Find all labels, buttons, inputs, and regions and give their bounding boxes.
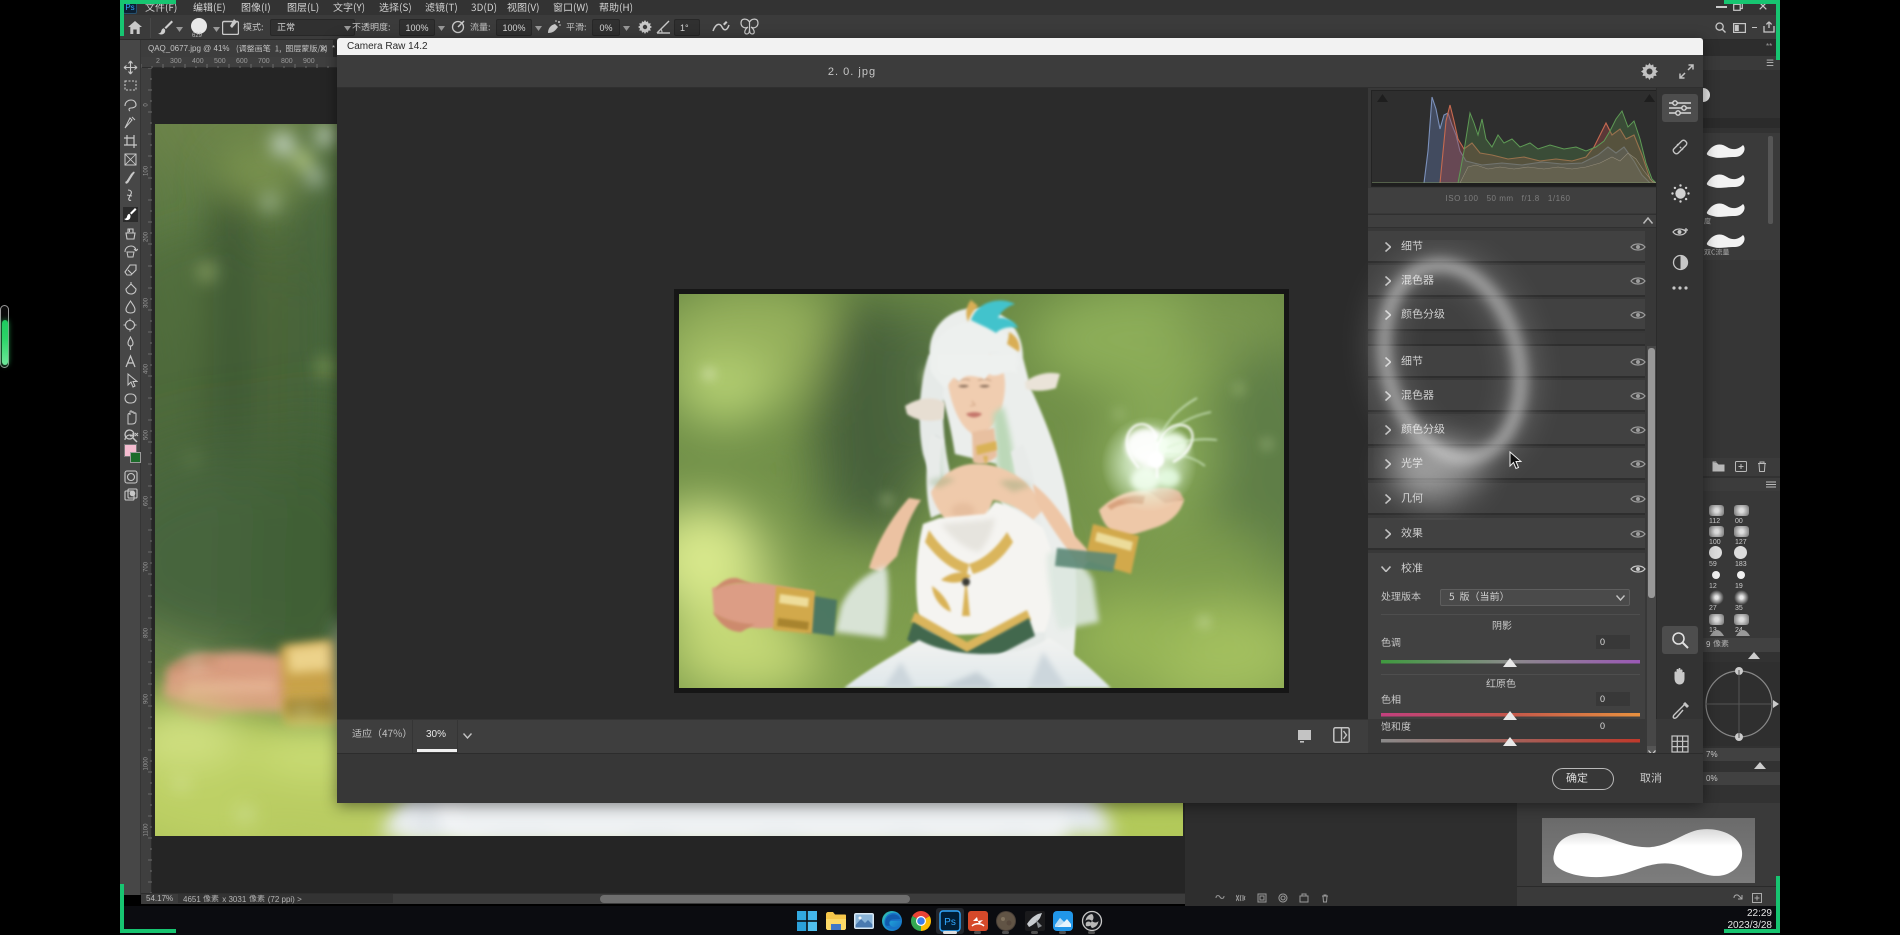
svg-text:Ps: Ps bbox=[944, 917, 956, 928]
